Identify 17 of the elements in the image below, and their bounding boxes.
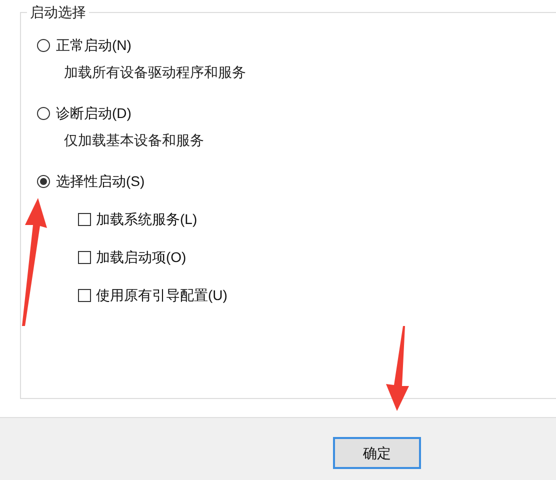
radio-label: 诊断启动(D) xyxy=(56,104,132,123)
radio-label: 正常启动(N) xyxy=(56,36,132,55)
option-description: 加载所有设备驱动程序和服务 xyxy=(64,63,247,81)
group-title: 启动选择 xyxy=(27,3,89,21)
radio-button[interactable] xyxy=(37,174,50,188)
checkbox-label: 加载启动项(O) xyxy=(96,248,186,267)
checkbox-label: 加载系统服务(L) xyxy=(96,210,198,229)
annotation-arrow-icon xyxy=(384,326,410,412)
checkbox[interactable] xyxy=(78,288,91,302)
checkbox[interactable] xyxy=(78,250,91,264)
ok-button[interactable]: 确定 xyxy=(333,437,421,469)
checkbox-label: 使用原有引导配置(U) xyxy=(96,286,228,305)
checkbox[interactable] xyxy=(78,212,91,226)
radio-button[interactable] xyxy=(37,38,50,52)
option-description: 仅加载基本设备和服务 xyxy=(64,131,205,149)
radio-button[interactable] xyxy=(37,106,50,120)
radio-label: 选择性启动(S) xyxy=(56,172,145,191)
